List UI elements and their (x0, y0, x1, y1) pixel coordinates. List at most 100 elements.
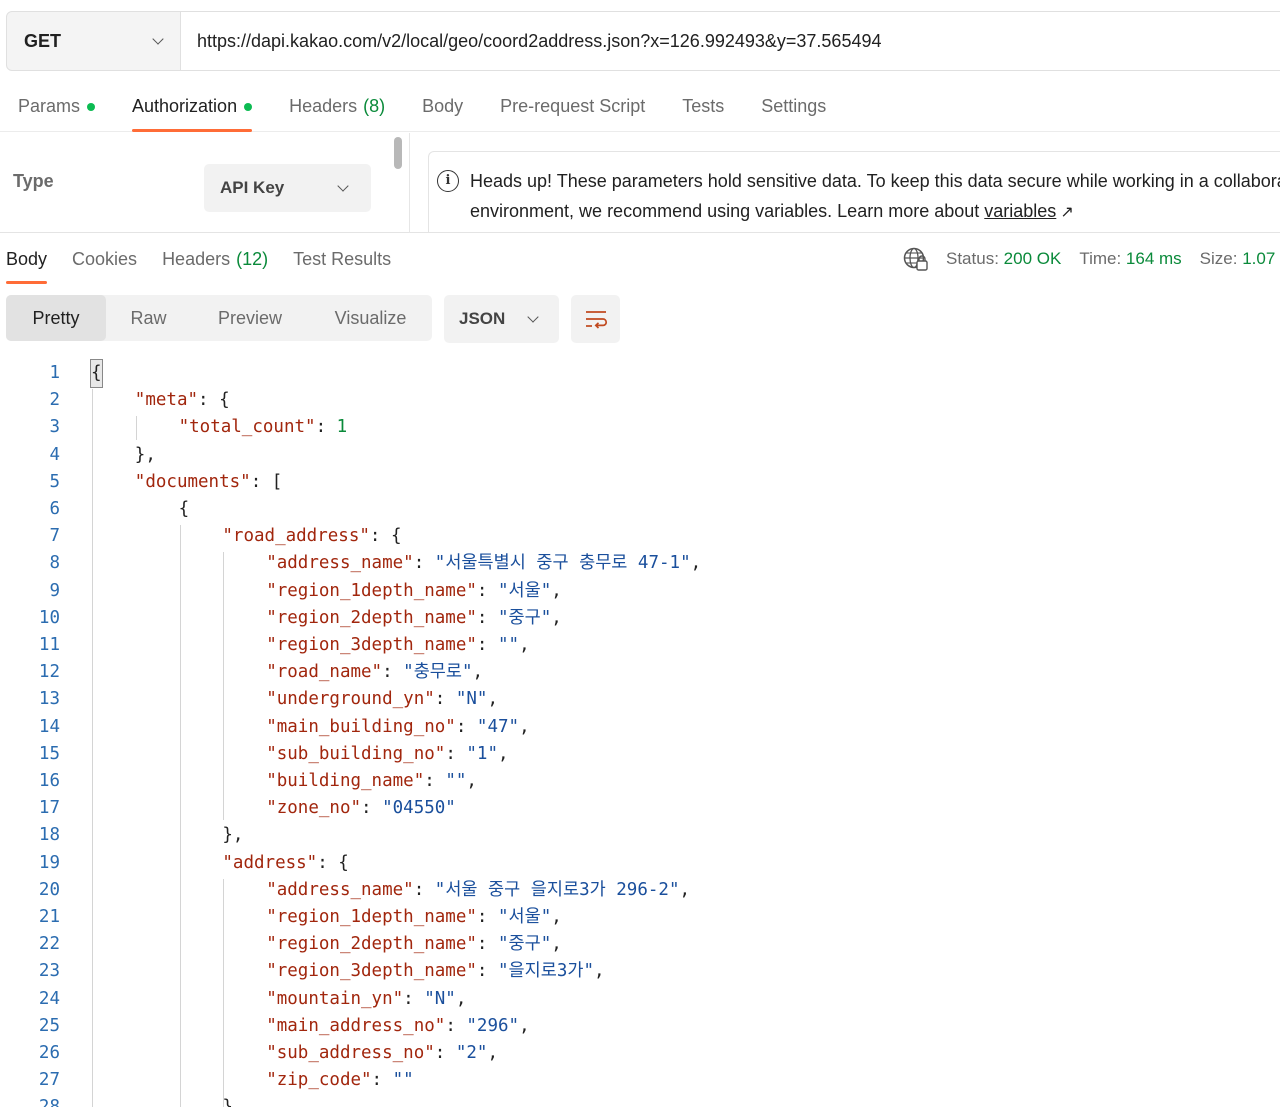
json-string: "47" (476, 716, 520, 737)
json-string: "" (392, 1070, 414, 1091)
tab-headers[interactable]: Headers (8) (289, 82, 385, 132)
code-text: "road_name": "충무로", (266, 659, 483, 686)
sensitive-data-notice: i Heads up! These parameters hold sensit… (428, 151, 1280, 233)
json-punctuation: : [ (250, 471, 283, 492)
json-string: "1" (466, 743, 498, 764)
line-number: 1 (49, 363, 60, 383)
json-punctuation: , (519, 1015, 530, 1036)
line-number: 12 (38, 662, 60, 683)
json-punctuation: : (476, 635, 498, 655)
json-string: "서울" (497, 907, 552, 927)
panel-divider[interactable] (409, 133, 410, 233)
url-input[interactable]: https://dapi.kakao.com/v2/local/geo/coor… (181, 12, 1280, 70)
chevron-down-icon (527, 313, 539, 325)
status-label: Status: (946, 249, 999, 268)
json-punctuation: : (476, 607, 498, 628)
notice-line-2-text: environment, we recommend using variable… (470, 201, 985, 221)
chevron-down-icon (152, 35, 164, 47)
json-punctuation: : { (369, 526, 402, 547)
tab-authorization[interactable]: Authorization (132, 82, 253, 132)
authorization-panel: Type API Key i Heads up! These parameter… (0, 133, 1280, 233)
time-field[interactable]: Time: 164 ms (1079, 249, 1181, 269)
view-visualize[interactable]: Visualize (309, 295, 432, 341)
json-punctuation: : (476, 934, 498, 955)
indent-guide (179, 525, 181, 1107)
tab-tests[interactable]: Tests (682, 82, 724, 132)
code-line: 20 "address_name": "서울 중구 을지로3가 296-2", (0, 877, 1280, 904)
code-text: "mountain_yn": "N", (266, 986, 466, 1013)
view-raw[interactable]: Raw (106, 295, 191, 341)
json-punctuation: : (476, 961, 498, 982)
code-text: "address_name": "서울 중구 을지로3가 296-2", (266, 877, 690, 904)
json-punctuation: }, (134, 444, 156, 465)
notice-line-2: environment, we recommend using variable… (470, 196, 1280, 228)
indent-guide (92, 389, 93, 1107)
notice-text: Heads up! These parameters hold sensitiv… (470, 166, 1280, 228)
view-pretty[interactable]: Pretty (6, 295, 106, 341)
view-preview[interactable]: Preview (191, 295, 309, 341)
response-body-code-viewer[interactable]: 1{2 "meta": {3 "total_count": 1 4}, 5 "docume… (0, 359, 1280, 1107)
line-number: 15 (38, 743, 60, 764)
method-label: GET (24, 30, 62, 51)
json-string: "충무로" (403, 662, 473, 683)
auth-type-value: API Key (220, 178, 285, 197)
method-select[interactable]: GET (7, 12, 181, 70)
code-text: { (90, 359, 103, 389)
network-globe-icon[interactable] (902, 246, 928, 272)
code-line: 1{ (0, 359, 1280, 389)
line-number: 7 (49, 526, 60, 547)
response-status-bar: Status: 200 OK Time: 164 ms Size: 1.07 K… (902, 234, 1280, 284)
json-key: "region_1depth_name" (266, 907, 477, 927)
json-punctuation: : (424, 771, 446, 791)
json-punctuation: , (551, 907, 562, 927)
tab-response-headers[interactable]: Headers (12) (162, 234, 268, 284)
external-link-icon: ↗ (1060, 204, 1074, 221)
json-string: "중구" (497, 607, 552, 628)
json-punctuation: , (487, 689, 498, 710)
json-punctuation: , (455, 988, 467, 1009)
code-line: 28} (0, 1094, 1280, 1107)
json-punctuation: , (690, 553, 702, 574)
code-text: "meta": { (135, 387, 230, 414)
status-value: 200 OK (1003, 249, 1062, 268)
json-punctuation: , (594, 961, 605, 982)
code-line: 21 "region_1depth_name": "서울", (0, 904, 1280, 931)
wrap-lines-button[interactable] (571, 295, 620, 343)
code-text: "address_name": "서울특별시 중구 충무로 47-1", (266, 550, 701, 577)
size-field[interactable]: Size: 1.07 KB (1200, 249, 1280, 269)
code-line: 5 "documents": [ (0, 469, 1280, 496)
tab-test-results[interactable]: Test Results (293, 234, 391, 284)
variables-link[interactable]: variables (984, 201, 1056, 221)
auth-type-select[interactable]: API Key (204, 164, 371, 212)
status-field[interactable]: Status: 200 OK (946, 249, 1061, 269)
tab-body[interactable]: Body (422, 82, 463, 132)
time-label: Time: (1079, 249, 1122, 268)
code-line: 24 "mountain_yn": "N", (0, 986, 1280, 1013)
tab-label: Body (422, 96, 464, 116)
tab-response-body[interactable]: Body (6, 234, 48, 284)
line-number: 6 (49, 499, 60, 519)
tab-cookies[interactable]: Cookies (72, 234, 137, 284)
json-string: "N" (455, 689, 488, 710)
code-line: 18}, (0, 822, 1280, 849)
format-select[interactable]: JSON (444, 295, 559, 343)
json-punctuation: , (551, 580, 562, 601)
code-text: "sub_building_no": "1", (266, 741, 508, 768)
line-number: 28 (0, 1094, 60, 1107)
json-key: "road_address" (222, 526, 370, 547)
code-text: "building_name": "", (266, 768, 477, 795)
tab-pre-request-script[interactable]: Pre-request Script (500, 82, 645, 132)
json-key: "road_name" (266, 662, 383, 683)
code-text: "zone_no": "04550" (266, 795, 456, 822)
line-number: 3 (49, 417, 60, 438)
json-number: 1 (336, 417, 348, 438)
tab-settings[interactable]: Settings (761, 82, 826, 132)
json-punctuation: , (472, 662, 484, 683)
panel-scrollbar[interactable] (394, 137, 402, 169)
line-number: 11 (38, 635, 60, 655)
code-text: { (179, 496, 190, 523)
line-number: 2 (49, 390, 60, 411)
tab-params[interactable]: Params (18, 82, 96, 132)
notice-line-1: Heads up! These parameters hold sensitiv… (470, 171, 1280, 191)
code-line: 7 "road_address": { (0, 523, 1280, 550)
